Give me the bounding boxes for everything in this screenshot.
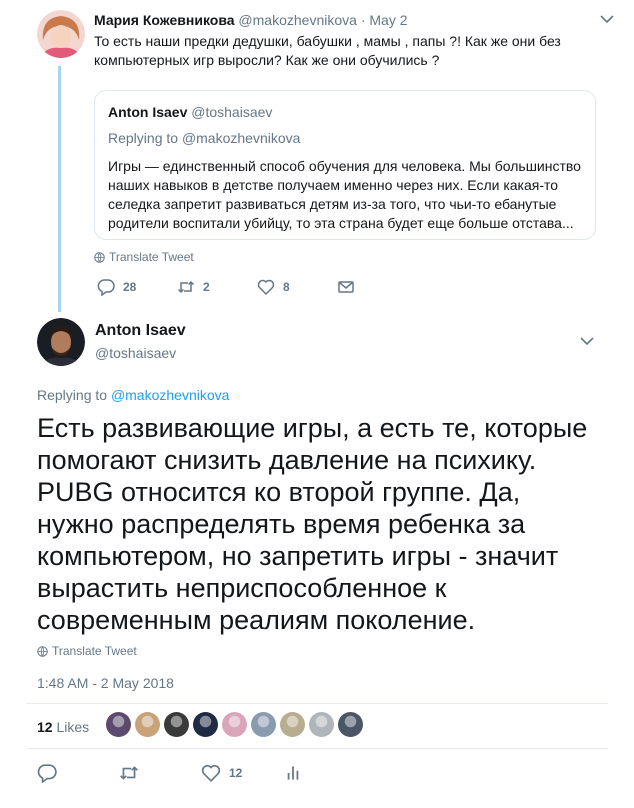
replying-mention-link[interactable]: @makozhevnikova [111, 387, 230, 403]
reply-count: 28 [123, 280, 137, 294]
reply-icon [37, 764, 57, 783]
liker-avatar[interactable] [164, 712, 189, 737]
tweet-text: Есть развивающие игры, а есть те, которы… [37, 413, 588, 635]
author-handle[interactable]: @makozhevnikova [238, 12, 357, 28]
tweet-timestamp[interactable]: 1:48 AM - 2 May 2018 [37, 673, 174, 693]
author-name[interactable]: Anton Isaev [95, 320, 186, 342]
bar-chart-icon [287, 766, 299, 780]
heart-icon [257, 279, 275, 296]
liker-avatar[interactable] [251, 712, 276, 737]
quoted-tweet-text: Игры — единственный способ обучения для … [108, 158, 581, 231]
reply-icon [97, 279, 115, 296]
author-name[interactable]: Мария Кожевникова [94, 12, 235, 28]
liker-avatar[interactable] [106, 712, 131, 737]
reply-button[interactable] [37, 763, 119, 783]
thread-connector-line [58, 66, 61, 312]
parent-tweet-actions: 28 2 8 [97, 278, 417, 296]
analytics-button[interactable] [283, 763, 365, 783]
liker-avatar[interactable] [222, 712, 247, 737]
replying-to: Replying to @makozhevnikova [37, 386, 229, 404]
liker-avatar[interactable] [135, 712, 160, 737]
likes-label: Likes [56, 719, 90, 735]
author-handle[interactable]: @toshaisaev [95, 343, 176, 363]
divider [26, 748, 608, 749]
globe-icon [37, 645, 48, 657]
likes-summary[interactable]: 12 Likes [37, 717, 89, 737]
like-button[interactable]: 12 [201, 763, 283, 783]
main-tweet-actions: 12 [37, 763, 365, 783]
retweet-count: 2 [203, 280, 210, 294]
tweet-text: То есть наши предки дедушки, бабушки , м… [94, 33, 561, 68]
replying-mention: @makozhevnikova [181, 130, 301, 146]
heart-icon [201, 765, 221, 782]
translate-label: Translate Tweet [52, 644, 137, 658]
replying-prefix: Replying to [108, 130, 179, 146]
translate-tweet-link[interactable]: Translate Tweet [37, 644, 137, 658]
retweet-icon [120, 766, 138, 780]
like-button[interactable]: 8 [257, 278, 337, 296]
envelope-icon [338, 281, 354, 293]
chevron-down-icon[interactable] [600, 14, 614, 24]
quoted-author-name: Anton Isaev [108, 104, 188, 120]
likers-avatar-row[interactable] [106, 712, 367, 737]
like-count: 12 [229, 766, 243, 780]
replying-prefix: Replying to [37, 387, 108, 403]
avatar[interactable] [37, 10, 85, 58]
quoted-author-handle: @toshaisaev [191, 104, 273, 120]
divider [26, 703, 608, 704]
liker-avatar[interactable] [338, 712, 363, 737]
tweet-date[interactable]: May 2 [369, 12, 407, 28]
parent-tweet-body: Мария Кожевникова @makozhevnikova · May … [94, 10, 614, 70]
tweet-header: Мария Кожевникова @makozhevnikova · May … [94, 10, 614, 30]
liker-avatar[interactable] [309, 712, 334, 737]
translate-tweet-link[interactable]: Translate Tweet [94, 250, 194, 264]
quoted-tweet-card[interactable]: Anton Isaev @toshaisaev Replying to @mak… [94, 90, 596, 240]
quoted-tweet-header: Anton Isaev @toshaisaev [108, 102, 582, 122]
chevron-down-icon[interactable] [580, 336, 594, 346]
quoted-replying-to: Replying to @makozhevnikova [108, 129, 582, 147]
reply-button[interactable]: 28 [97, 278, 177, 296]
like-count: 8 [283, 280, 290, 294]
separator-dot: · [360, 12, 366, 28]
liker-avatar[interactable] [193, 712, 218, 737]
retweet-button[interactable] [119, 763, 201, 783]
direct-message-button[interactable] [337, 278, 417, 296]
likes-count: 12 [37, 719, 53, 735]
liker-avatar[interactable] [280, 712, 305, 737]
retweet-button[interactable]: 2 [177, 278, 257, 296]
avatar[interactable] [37, 318, 85, 366]
globe-icon [94, 251, 105, 263]
translate-label: Translate Tweet [109, 250, 194, 264]
retweet-icon [177, 280, 195, 294]
